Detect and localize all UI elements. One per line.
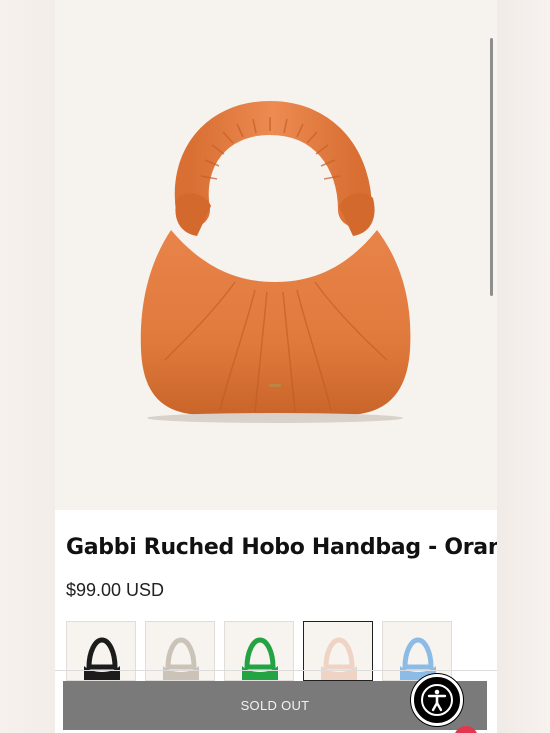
color-swatches xyxy=(66,621,496,681)
sticky-bar-divider xyxy=(55,670,497,671)
pink-bag-thumbnail xyxy=(321,637,357,680)
accessibility-button[interactable] xyxy=(411,674,463,726)
accessibility-icon xyxy=(421,684,453,716)
product-title: Gabbi Ruched Hobo Handbag - Orange xyxy=(66,535,497,560)
orange-handbag-illustration xyxy=(140,100,411,423)
black-bag-thumbnail xyxy=(84,637,120,680)
swatch-green[interactable] xyxy=(224,621,294,681)
swatch-light-blue[interactable] xyxy=(382,621,452,681)
product-price: $99.00 USD xyxy=(66,580,165,600)
swatch-beige[interactable] xyxy=(145,621,215,681)
product-image[interactable] xyxy=(55,0,497,510)
swatch-light-pink[interactable] xyxy=(303,621,373,681)
backdrop-right xyxy=(497,0,550,733)
backdrop-left xyxy=(0,0,55,733)
beige-bag-thumbnail xyxy=(163,637,199,680)
product-page: Gabbi Ruched Hobo Handbag - Orange $99.0… xyxy=(55,0,497,733)
swatch-black[interactable] xyxy=(66,621,136,681)
blue-bag-thumbnail xyxy=(400,637,436,680)
green-bag-thumbnail xyxy=(242,637,278,680)
image-scrollbar[interactable] xyxy=(490,38,493,296)
